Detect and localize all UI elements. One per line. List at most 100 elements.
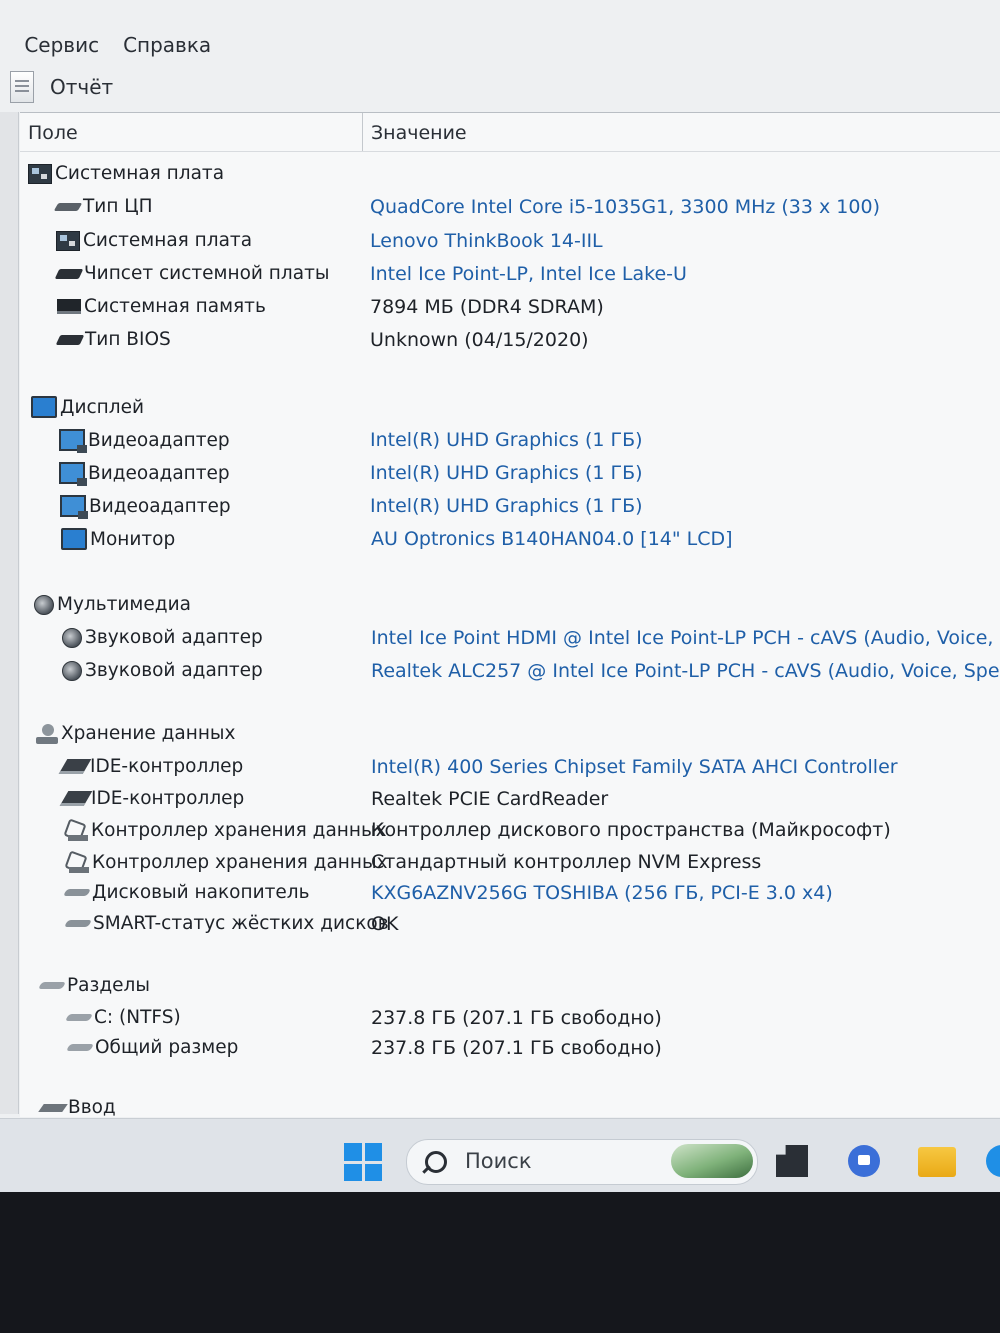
- field-cell: Системная плата: [28, 163, 224, 184]
- table-row[interactable]: Чипсет системной платы Intel Ice Point-LP…: [20, 259, 1000, 291]
- value-link[interactable]: Intel(R) UHD Graphics (1 ГБ): [370, 429, 643, 451]
- value-cell: OK: [371, 913, 399, 935]
- table-row[interactable]: Тип BIOS Unknown (04/15/2020): [20, 325, 1000, 357]
- field-label: Звуковой адаптер: [85, 660, 263, 681]
- value-link[interactable]: QuadCore Intel Core i5-1035G1, 3300 MHz …: [370, 196, 880, 218]
- value-link[interactable]: KXG6AZNV256G TOSHIBA (256 ГБ, PCI-E 3.0 …: [371, 882, 833, 904]
- field-cell: Дисплей: [31, 396, 144, 418]
- taskbar-search[interactable]: Поиск: [406, 1139, 758, 1185]
- field-label: Звуковой адаптер: [85, 627, 263, 648]
- column-header: Поле Значение: [20, 113, 1000, 152]
- table-row[interactable]: Системная плата Lenovo ThinkBook 14-IIL: [20, 226, 1000, 258]
- report-icon[interactable]: [10, 71, 34, 103]
- table-row[interactable]: Системная память 7894 МБ (DDR4 SDRAM): [20, 292, 1000, 324]
- report-panel: Поле Значение Системная плата Тип ЦП QuadC…: [20, 112, 1000, 1117]
- task-view-icon[interactable]: [776, 1145, 808, 1177]
- field-label: Тип BIOS: [85, 329, 171, 350]
- toolbar: Отчёт: [0, 64, 1000, 110]
- memory-icon: [57, 299, 81, 314]
- value-cell: 237.8 ГБ (207.1 ГБ свободно): [371, 1037, 662, 1059]
- value-link[interactable]: Lenovo ThinkBook 14-IIL: [370, 230, 603, 252]
- field-cell: Общий размер: [65, 1037, 239, 1058]
- file-explorer-icon[interactable]: [918, 1147, 956, 1177]
- field-label: Разделы: [67, 975, 150, 996]
- column-divider[interactable]: [362, 113, 363, 151]
- table-row[interactable]: Видеоадаптер Intel(R) UHD Graphics (1 ГБ): [20, 458, 1000, 490]
- menu-item-help[interactable]: Справка: [123, 33, 211, 57]
- video-adapter-icon: [59, 429, 87, 453]
- value-link[interactable]: Intel Ice Point-LP, Intel Ice Lake-U: [370, 263, 687, 285]
- table-row[interactable]: Звуковой адаптер Intel Ice Point HDMI @ I…: [20, 623, 1000, 655]
- group-row[interactable]: Хранение данных: [20, 719, 1000, 751]
- value-cell: 237.8 ГБ (207.1 ГБ свободно): [371, 1007, 662, 1029]
- browser-icon[interactable]: [986, 1145, 1000, 1177]
- field-label: Контроллер хранения данных: [91, 819, 387, 841]
- group-row[interactable]: Системная плата: [20, 159, 1000, 191]
- table-row[interactable]: Видеоадаптер Intel(R) UHD Graphics (1 ГБ): [20, 425, 1000, 457]
- motherboard-icon: [56, 230, 80, 251]
- field-label: Системная плата: [55, 163, 225, 184]
- partition-icon: [64, 1014, 94, 1021]
- field-label: Видеоадаптер: [89, 495, 231, 517]
- value-cell: Unknown (04/15/2020): [370, 329, 589, 351]
- field-cell: Дисковый накопитель: [62, 882, 309, 903]
- menu-item-service[interactable]: Сервис: [24, 33, 99, 57]
- field-cell: Системная плата: [56, 230, 252, 251]
- group-row[interactable]: Разделы: [20, 971, 1000, 1003]
- table-row[interactable]: Видеоадаптер Intel(R) UHD Graphics (1 ГБ): [20, 491, 1000, 523]
- column-header-value[interactable]: Значение: [371, 122, 467, 144]
- partitions-icon: [37, 982, 67, 989]
- chat-icon[interactable]: [848, 1145, 880, 1177]
- group-row[interactable]: Дисплей: [20, 392, 1000, 424]
- smart-status-icon: [63, 920, 93, 927]
- value-link[interactable]: AU Optronics B140HAN04.0 [14" LCD]: [371, 528, 733, 550]
- multimedia-icon: [34, 594, 54, 615]
- report-button[interactable]: Отчёт: [50, 75, 113, 99]
- field-label: Монитор: [90, 528, 176, 550]
- field-cell: Контроллер хранения данных: [65, 851, 388, 873]
- field-cell: Контроллер хранения данных: [64, 819, 387, 841]
- menu-bar: е Сервис Справка: [0, 28, 1000, 62]
- sound-adapter-icon: [62, 660, 82, 681]
- value-link[interactable]: Intel(R) 400 Series Chipset Family SATA …: [371, 756, 898, 778]
- field-label: IDE-контроллер: [90, 756, 244, 777]
- value-cell: Стандартный контроллер NVM Express: [371, 851, 762, 873]
- windows-start-icon[interactable]: [344, 1143, 382, 1181]
- field-label: Дисплей: [60, 396, 144, 418]
- value-link[interactable]: Intel(R) UHD Graphics (1 ГБ): [370, 495, 643, 517]
- field-cell: Монитор: [61, 528, 175, 550]
- value-link[interactable]: Intel(R) UHD Graphics (1 ГБ): [370, 462, 643, 484]
- partition-icon: [65, 1044, 95, 1051]
- value-cell: 7894 МБ (DDR4 SDRAM): [370, 296, 604, 318]
- bios-icon: [55, 334, 85, 345]
- column-header-field[interactable]: Поле: [28, 122, 78, 144]
- taskbar: Поиск: [0, 1118, 1000, 1192]
- field-label: Общий размер: [95, 1037, 239, 1058]
- value-link[interactable]: Realtek ALC257 @ Intel Ice Point-LP PCH …: [371, 660, 1000, 682]
- value-link[interactable]: Intel Ice Point HDMI @ Intel Ice Point-L…: [371, 627, 1000, 649]
- field-cell: Мультимедиа: [34, 594, 191, 615]
- table-row[interactable]: Монитор AU Optronics B140HAN04.0 [14" LCD…: [20, 524, 1000, 556]
- table-row[interactable]: IDE-контроллер Intel(R) 400 Series Chipse…: [20, 752, 1000, 784]
- table-row[interactable]: C: (NTFS) 237.8 ГБ (207.1 ГБ свободно): [20, 1003, 1000, 1035]
- table-row[interactable]: Дисковый накопитель KXG6AZNV256G TOSHIBA …: [20, 878, 1000, 910]
- field-label: Ввод: [68, 1097, 116, 1117]
- table-row[interactable]: Звуковой адаптер Realtek ALC257 @ Intel I…: [20, 656, 1000, 688]
- field-cell: Тип BIOS: [55, 329, 171, 350]
- search-highlight-image[interactable]: [671, 1144, 753, 1178]
- table-row[interactable]: Контроллер хранения данных Контроллер дис…: [20, 815, 1000, 847]
- field-label: Тип ЦП: [83, 196, 153, 217]
- table-row[interactable]: Общий размер 237.8 ГБ (207.1 ГБ свободно): [20, 1033, 1000, 1065]
- group-row[interactable]: Мультимедиа: [20, 590, 1000, 622]
- field-cell: Видеоадаптер: [59, 462, 230, 486]
- field-label: Контроллер хранения данных: [92, 851, 388, 873]
- table-row[interactable]: Контроллер хранения данных Стандартный ко…: [20, 847, 1000, 879]
- group-row[interactable]: Ввод: [20, 1093, 1000, 1117]
- field-cell: Видеоадаптер: [60, 495, 231, 519]
- table-row[interactable]: SMART-статус жёстких дисков OK: [20, 909, 1000, 941]
- field-cell: Чипсет системной платы: [54, 263, 329, 284]
- table-row[interactable]: Тип ЦП QuadCore Intel Core i5-1035G1, 330…: [20, 192, 1000, 224]
- field-cell: Системная память: [57, 296, 266, 317]
- table-row[interactable]: IDE-контроллер Realtek PCIE CardReader: [20, 784, 1000, 816]
- tree-pane-edge[interactable]: [0, 112, 19, 1114]
